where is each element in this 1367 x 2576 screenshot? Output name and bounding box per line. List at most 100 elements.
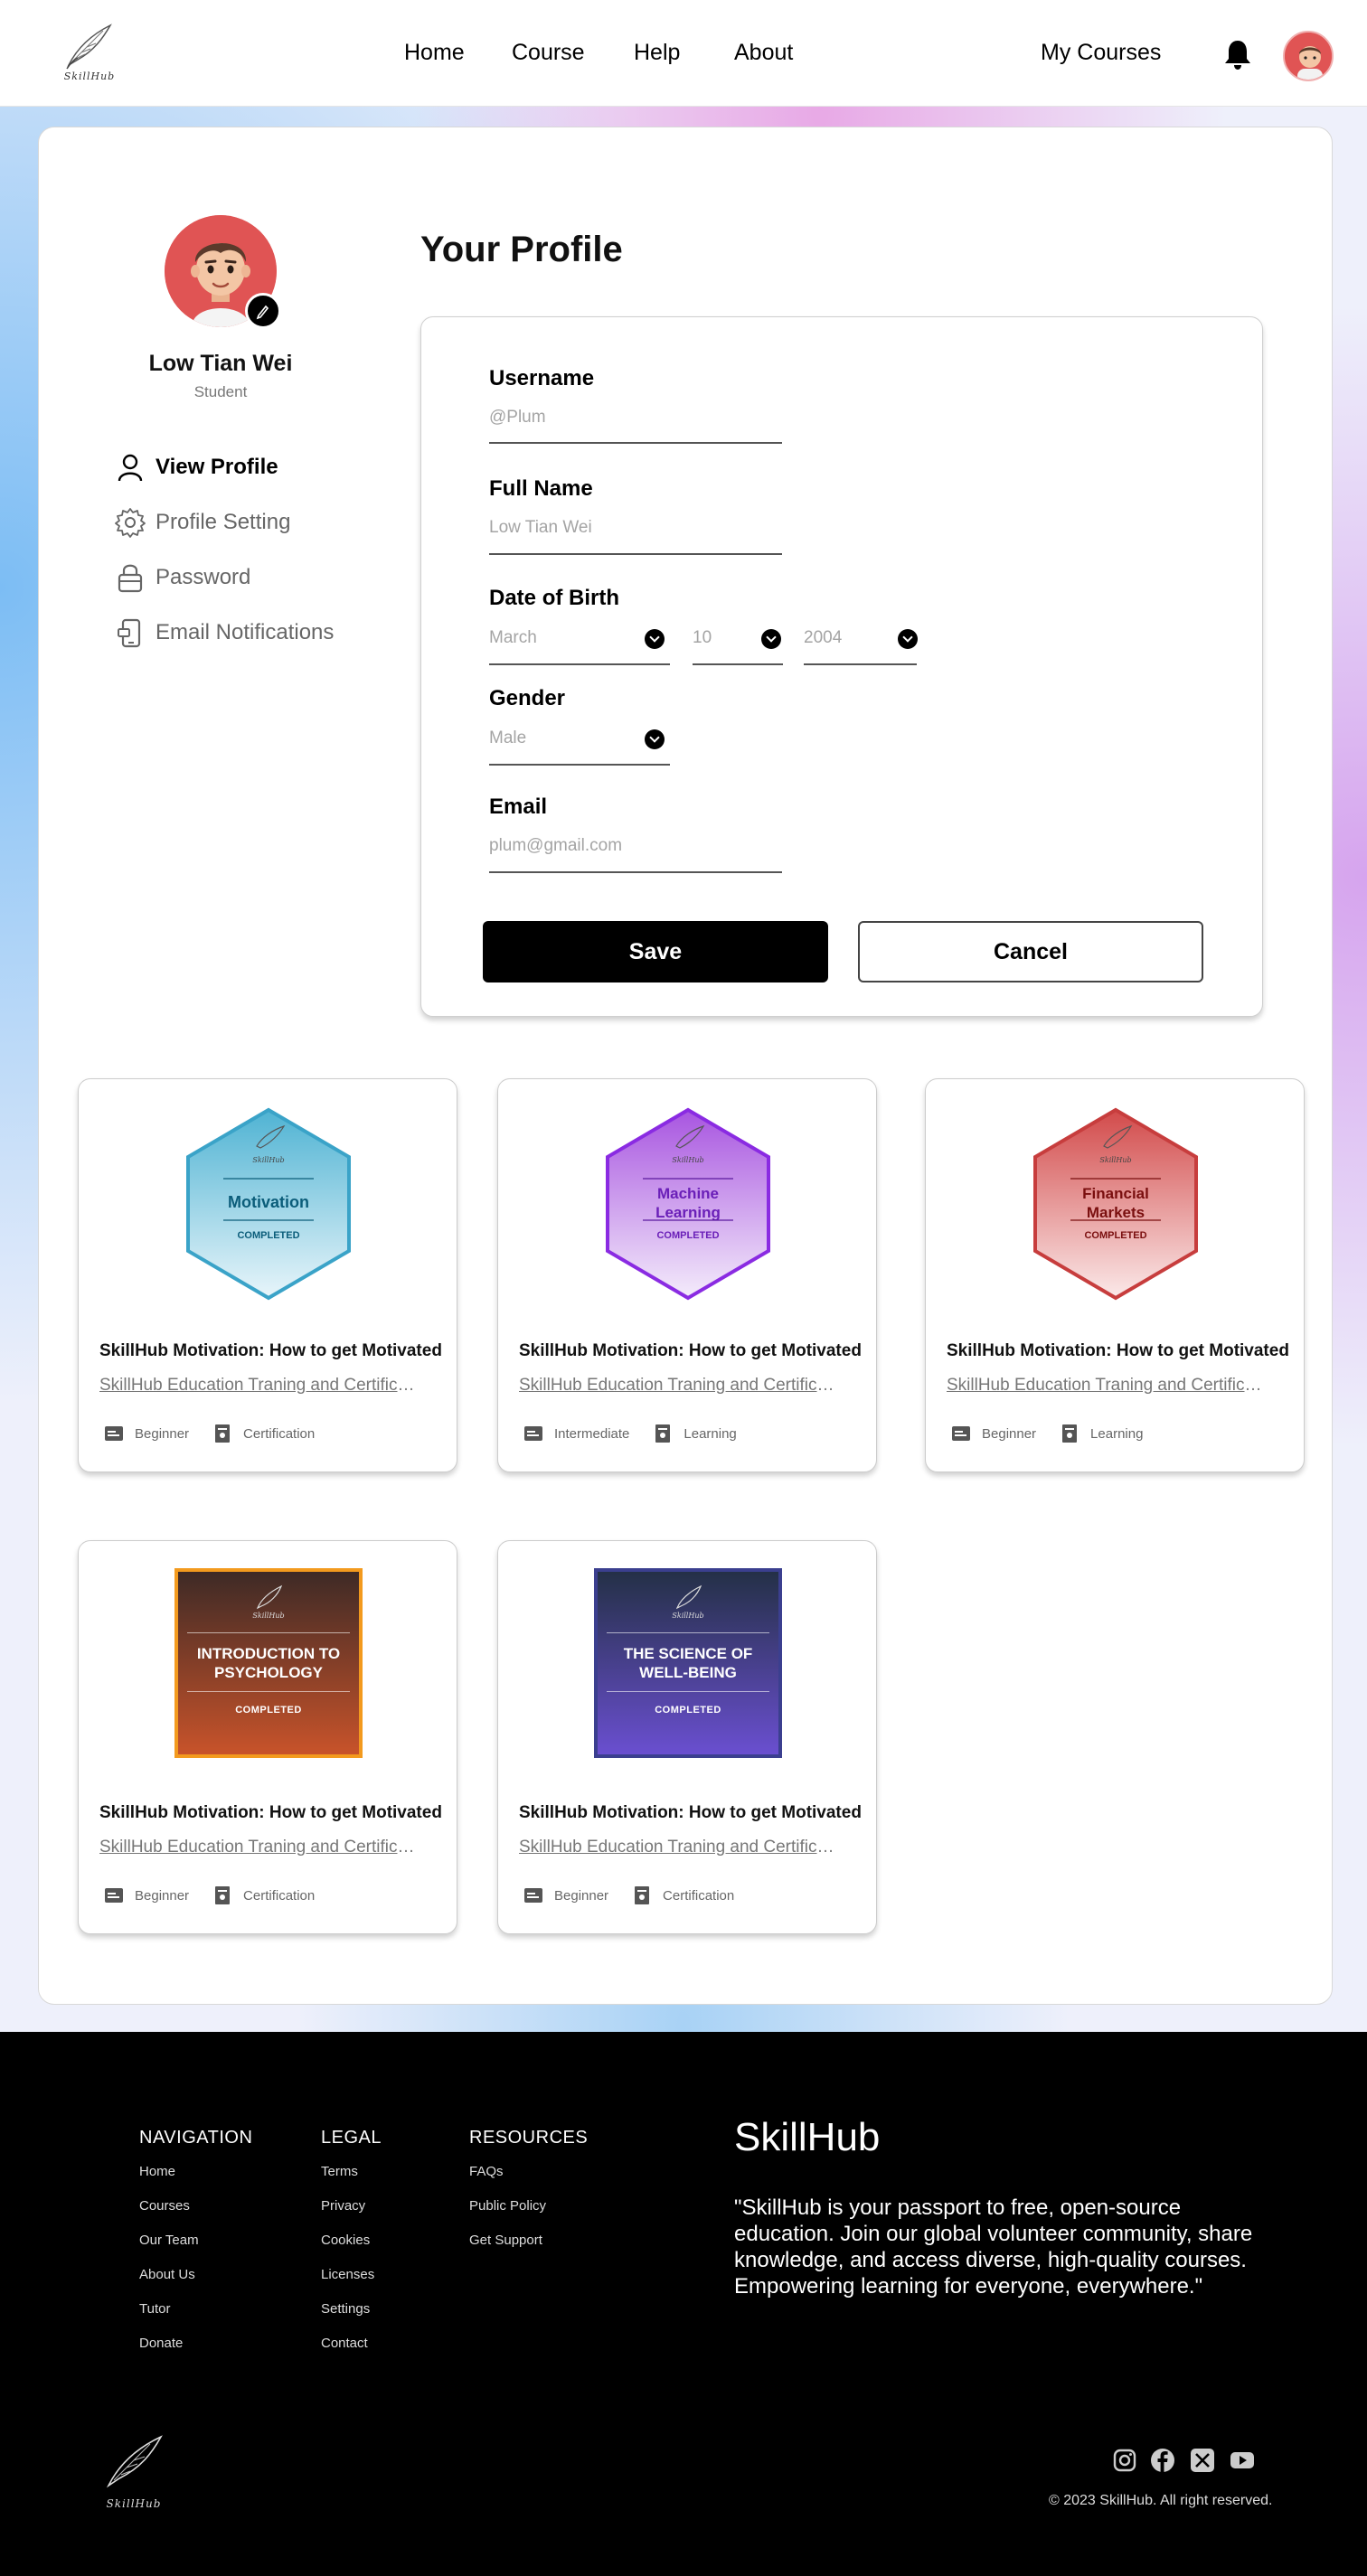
footer-link[interactable]: Licenses [321, 2267, 374, 2282]
badge-status: COMPLETED [655, 1705, 721, 1716]
level-icon [524, 1426, 542, 1441]
course-badge: SkillHub Motivation COMPLETED [79, 1106, 458, 1305]
course-meta: Intermediate Learning [523, 1423, 737, 1444]
course-provider-link[interactable]: SkillHub Education Traning and Certifica… [99, 1838, 423, 1857]
footer-link[interactable]: FAQs [469, 2164, 504, 2179]
bell-icon[interactable] [1222, 38, 1253, 71]
course-level: Intermediate [554, 1425, 630, 1442]
feather-logo-icon [256, 1584, 283, 1610]
level-icon [952, 1426, 970, 1441]
fullname-field[interactable]: Low Tian Wei [489, 518, 592, 538]
course-provider-link[interactable]: SkillHub Education Traning and Certifica… [99, 1376, 423, 1396]
footer-description: "SkillHub is your passport to free, open… [734, 2195, 1253, 2299]
fullname-label: Full Name [489, 476, 593, 501]
user-role: Student [193, 383, 248, 400]
course-title[interactable]: SkillHub Motivation: How to get Motivate… [519, 1341, 863, 1361]
footer-logo[interactable]: SkillHub [98, 2430, 170, 2511]
course-meta: Beginner Learning [951, 1423, 1143, 1444]
footer-link[interactable]: Privacy [321, 2198, 365, 2214]
chevron-down-icon[interactable] [898, 629, 918, 649]
course-card[interactable]: SkillHub Machine Learning COMPLETED Skill… [497, 1078, 877, 1472]
badge-brand: SkillHub [252, 1156, 284, 1164]
course-provider-link[interactable]: SkillHub Education Traning and Certifica… [519, 1838, 843, 1857]
fullname-underline [489, 553, 782, 555]
course-level: Beginner [135, 1887, 190, 1904]
footer-link[interactable]: Public Policy [469, 2198, 546, 2214]
course-title[interactable]: SkillHub Motivation: How to get Motivate… [99, 1341, 443, 1361]
footer-link[interactable]: Our Team [139, 2233, 199, 2248]
course-badge: SkillHub Machine Learning COMPLETED [498, 1106, 878, 1305]
youtube-icon[interactable] [1230, 2448, 1255, 2473]
footer-link[interactable]: About Us [139, 2267, 195, 2282]
footer-link[interactable]: Terms [321, 2164, 358, 2179]
certificate-icon [1062, 1424, 1078, 1443]
course-type: Certification [243, 1425, 316, 1442]
email-field[interactable]: plum@gmail.com [489, 836, 622, 856]
avatar-icon [1285, 33, 1332, 80]
hexagon-badge-icon: SkillHub Machine Learning COMPLETED [606, 1107, 770, 1301]
nav-home[interactable]: Home [404, 40, 465, 66]
facebook-icon[interactable] [1150, 2448, 1175, 2473]
course-title[interactable]: SkillHub Motivation: How to get Motivate… [519, 1803, 863, 1823]
course-provider-link[interactable]: SkillHub Education Traning and Certifica… [947, 1376, 1270, 1396]
cancel-button[interactable]: Cancel [858, 921, 1203, 982]
gender-underline [489, 764, 670, 766]
level-icon [105, 1426, 123, 1441]
sidebar-item-email-notifications[interactable]: Email Notifications [114, 615, 334, 651]
save-button[interactable]: Save [483, 921, 828, 982]
feather-logo-icon [106, 2435, 163, 2488]
footer-link[interactable]: Get Support [469, 2233, 542, 2248]
course-type: Certification [663, 1887, 735, 1904]
course-title[interactable]: SkillHub Motivation: How to get Motivate… [947, 1341, 1290, 1361]
sidebar-item-password[interactable]: Password [114, 559, 250, 596]
username-field[interactable]: @Plum [489, 408, 546, 428]
course-provider-link[interactable]: SkillHub Education Traning and Certifica… [519, 1376, 843, 1396]
course-card[interactable]: SkillHub THE SCIENCE OF WELL-BEING COMPL… [497, 1540, 877, 1934]
badge-title: Motivation [228, 1193, 309, 1211]
chevron-down-icon[interactable] [645, 729, 665, 749]
badge-brand: SkillHub [672, 1612, 704, 1620]
course-meta: Beginner Certification [523, 1885, 734, 1906]
course-card[interactable]: SkillHub Motivation COMPLETED SkillHub M… [78, 1078, 457, 1472]
footer-link[interactable]: Contact [321, 2336, 368, 2351]
user-avatar[interactable] [1283, 31, 1334, 81]
my-courses-link[interactable]: My Courses [1041, 40, 1161, 66]
badge-status: COMPLETED [237, 1230, 299, 1241]
gender-select[interactable]: Male [489, 729, 526, 748]
chevron-down-icon[interactable] [761, 629, 781, 649]
x-icon[interactable] [1190, 2448, 1215, 2473]
feather-logo-icon [675, 1584, 702, 1610]
copyright-text: © 2023 SkillHub. All right reserved. [1049, 2493, 1273, 2508]
user-icon [118, 454, 143, 482]
course-level: Beginner [135, 1425, 190, 1442]
phone-notification-icon [118, 618, 141, 648]
badge-brand: SkillHub [672, 1156, 703, 1164]
footer-link[interactable]: Cookies [321, 2233, 370, 2248]
dob-month-select[interactable]: March [489, 628, 537, 648]
footer-link[interactable]: Courses [139, 2198, 190, 2214]
course-card[interactable]: SkillHub INTRODUCTION TO PSYCHOLOGY COMP… [78, 1540, 457, 1934]
sidebar-item-profile-setting[interactable]: Profile Setting [114, 504, 290, 541]
footer-link[interactable]: Home [139, 2164, 175, 2179]
sidebar-item-view-profile[interactable]: View Profile [114, 449, 278, 485]
nav-about[interactable]: About [734, 40, 793, 66]
chevron-down-icon[interactable] [645, 629, 665, 649]
dob-day-select[interactable]: 10 [693, 628, 712, 648]
certificate-icon [215, 1424, 231, 1443]
nav-help[interactable]: Help [634, 40, 680, 66]
site-footer: NAVIGATION Home Courses Our Team About U… [0, 2032, 1367, 2576]
course-card[interactable]: SkillHub Financial Markets COMPLETED Skil… [925, 1078, 1305, 1472]
footer-link[interactable]: Settings [321, 2301, 370, 2317]
nav-course[interactable]: Course [512, 40, 585, 66]
square-badge: SkillHub THE SCIENCE OF WELL-BEING COMPL… [594, 1568, 782, 1758]
email-label: Email [489, 794, 548, 819]
skillhub-logo[interactable]: SkillHub [58, 18, 121, 87]
instagram-icon[interactable] [1112, 2448, 1137, 2473]
edit-avatar-button[interactable] [245, 293, 281, 329]
footer-link[interactable]: Tutor [139, 2301, 170, 2317]
dob-year-select[interactable]: 2004 [804, 628, 842, 648]
footer-link[interactable]: Donate [139, 2336, 183, 2351]
pencil-icon [256, 305, 269, 320]
course-title[interactable]: SkillHub Motivation: How to get Motivate… [99, 1803, 443, 1823]
certificate-icon [655, 1424, 671, 1443]
